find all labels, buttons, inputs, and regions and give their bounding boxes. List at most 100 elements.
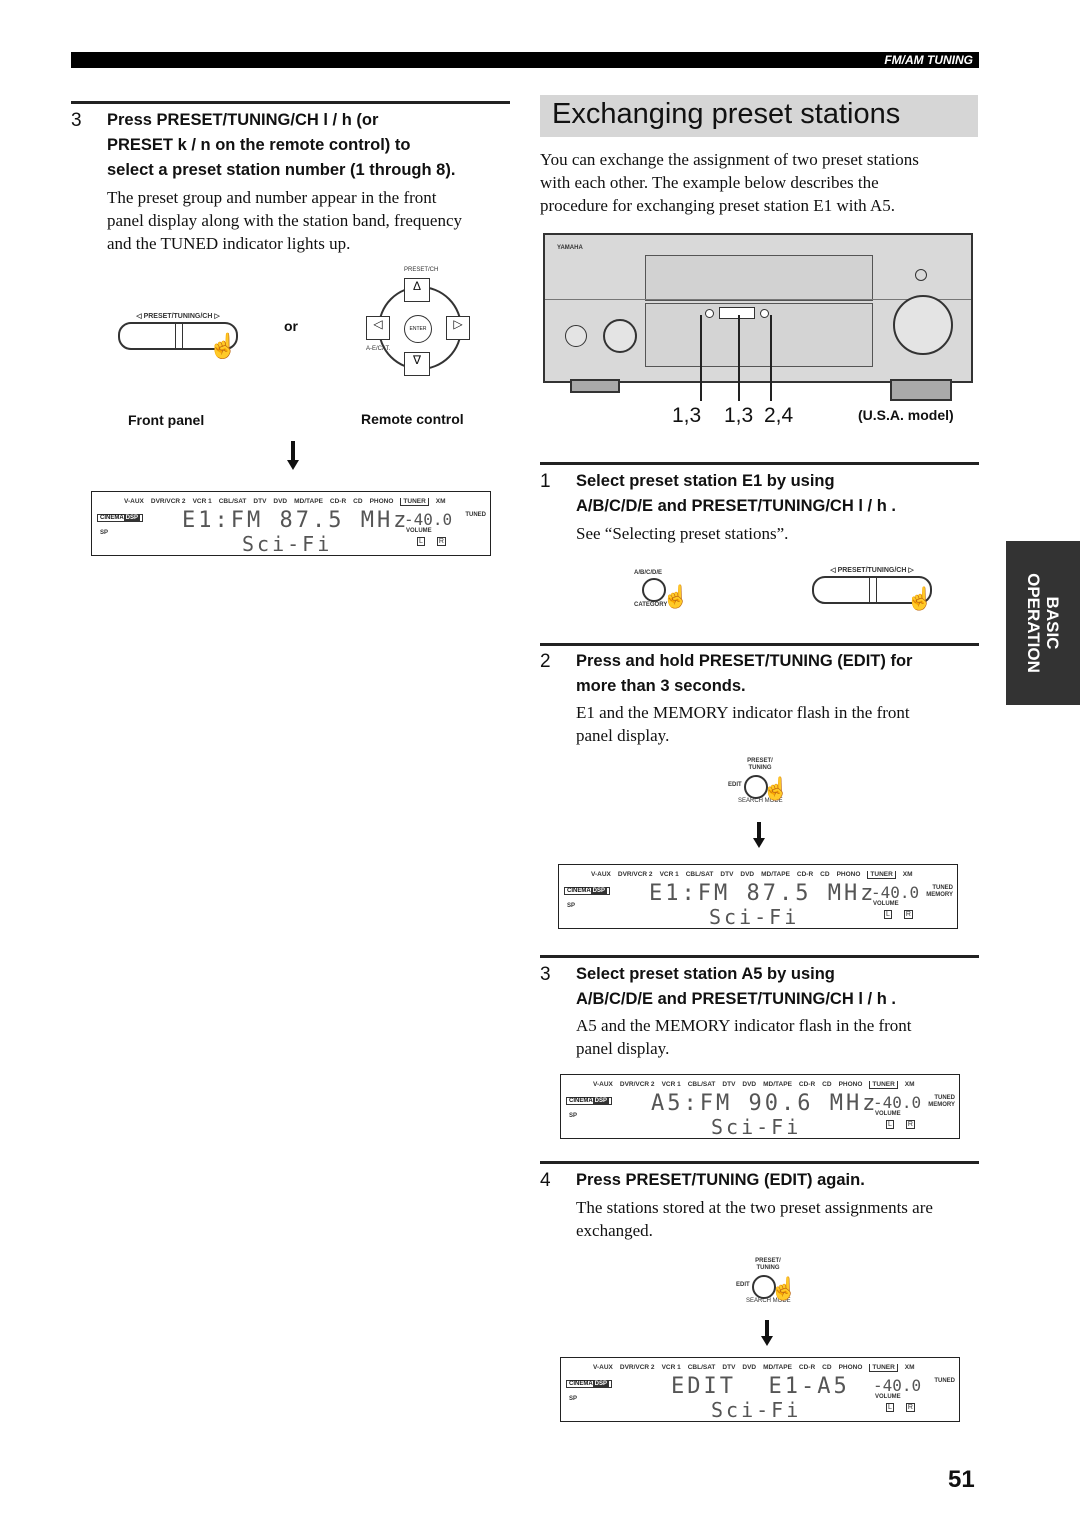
preset-tuning-edit-button[interactable] [760,309,769,318]
tuned-indicator: TUNED [934,1378,955,1384]
side-tab-line: OPERATION [1024,573,1043,673]
channel-indicators: LR [886,1403,915,1412]
remote-up-button[interactable]: Δ [404,278,430,302]
body-line: panel display. [576,726,670,745]
body-line: panel display. [576,1039,670,1058]
step-number: 4 [540,1170,551,1191]
preset-button-label: PRESET/TUNING/CH [143,313,213,320]
status-indicators: TUNED MEMORY [926,885,953,898]
callout-line [738,315,740,401]
step-heading-line: Select preset station E1 by using [576,472,835,490]
remote-category-label: A-E/CAT. [366,346,391,352]
step-heading: Press and hold PRESET/TUNING (EDIT) for … [576,649,980,699]
section-title-box: Exchanging preset stations [540,95,978,137]
channel-indicators: LR [417,537,446,546]
yamaha-logo: YAMAHA [557,245,583,251]
channel-indicators: LR [884,910,913,919]
down-arrow-icon [287,460,299,470]
caption-remote-control: Remote control [361,411,464,427]
side-tab-basic-operation: BASIC OPERATION [1006,541,1080,705]
receiver-foot-right [890,379,952,401]
body-line: procedure for exchanging preset station … [540,196,896,215]
front-panel-display: V-AUX DVR/VCR 2 VCR 1 CBL/SAT DTV DVD MD/TAPE C… [558,864,958,929]
body-line: You can exchange the assignment of two p… [540,150,919,169]
step-body: See “Selecting preset stations”. [576,524,789,543]
front-panel-preset-button[interactable]: ◁ PRESET/TUNING/CH ▷ ☝ [118,312,238,360]
front-panel-display: V-AUX DVR/VCR 2 VCR 1 CBL/SAT DTV DVD MD/TAPE C… [560,1357,960,1422]
hand-press-icon: ☝ [662,584,690,609]
display-line-1: A5:FM 90.6 MHz [651,1091,879,1116]
down-arrow-icon [761,1336,773,1346]
remote-right-button[interactable]: ▷ [446,316,470,340]
side-tab-line: BASIC [1043,596,1062,650]
section-header-bar: FM/AM TUNING [71,52,979,68]
hand-press-icon: ☝ [208,333,238,360]
step-heading: Select preset station E1 by using A/B/C/… [576,469,980,519]
body-line: panel display along with the station ban… [107,211,463,230]
step-heading: Press PRESET/TUNING/CH l / h (or PRESET … [107,108,517,183]
step-divider [540,643,979,646]
edit-label: EDIT [728,782,742,788]
intro-text: You can exchange the assignment of two p… [540,148,980,217]
down-arrow-icon [753,838,765,848]
tuning-label: TUNING [748,765,772,771]
cinema-dsp-logo: CINEMA DSP [566,1380,613,1388]
body-line: A5 and the MEMORY indicator flash in the… [576,1016,912,1035]
step-divider [540,462,979,465]
category-button[interactable] [705,309,714,318]
step-number: 3 [71,110,82,131]
remote-left-button[interactable]: ◁ [366,316,390,340]
remote-down-button[interactable]: ∇ [404,352,430,376]
hand-press-icon: ☝ [906,586,934,611]
preset-tuning-ch-figure[interactable]: ◁ PRESET/TUNING/CH ▷ ☝ [812,566,933,611]
down-arrow-shaft [291,441,295,461]
speaker-indicator: SP [567,903,576,909]
display-line-1: E1:FM 87.5 MHz [649,881,877,906]
remote-enter-button[interactable]: ENTER [404,315,432,343]
pure-direct-button[interactable] [915,269,927,281]
volume-readout: -40.0 [404,510,453,529]
step-heading-line: more than 3 seconds. [576,677,746,695]
step-heading-line: PRESET k / n on the remote control) to [107,136,411,154]
preset-tuning-ch-button[interactable] [719,307,755,319]
channel-indicators: LR [886,1120,915,1129]
preset-tuning-edit-figure[interactable]: PRESET/TUNING EDIT SEARCH MODE ☝ [736,1258,806,1310]
preset-tuning-edit-figure[interactable]: PRESET/TUNING EDIT SEARCH MODE ☝ [728,758,798,810]
step-heading-line: A/B/C/D/E and PRESET/TUNING/CH l / h . [576,497,896,515]
category-button-figure[interactable]: A/B/C/D/E CATEGORY ☝ [634,570,694,620]
volume-label: VOLUME [873,901,899,907]
status-indicators: TUNED MEMORY [928,1095,955,1108]
callout-label: 1,3 [724,404,754,427]
standby-button[interactable] [565,325,587,347]
cinema-dsp-logo: CINEMA DSP [566,1097,613,1105]
display-window [645,255,873,301]
volume-knob[interactable] [893,295,953,355]
input-indicators: V-AUX DVR/VCR 2 VCR 1 CBL/SAT DTV DVD MD/TAPE C… [124,498,446,506]
display-line-1: E1:FM 87.5 MHz [182,508,410,533]
volume-readout: -40.0 [873,1093,922,1112]
hand-press-icon: ☝ [770,1276,798,1301]
preset-label: PRESET/ [755,1258,781,1264]
step-number: 3 [540,964,551,985]
step-heading-line: Press and hold PRESET/TUNING (EDIT) for [576,652,913,670]
display-line-2: Sci-Fi [711,1398,802,1422]
step-heading-line: Select preset station A5 by using [576,965,835,983]
body-line: with each other. The example below descr… [540,173,879,192]
display-line-2: Sci-Fi [242,532,333,556]
display-line-2: Sci-Fi [709,905,800,929]
body-line: The stations stored at the two preset as… [576,1198,933,1217]
receiver-front-illustration: YAMAHA [543,233,973,383]
receiver-foot-left [570,379,620,393]
input-indicators: V-AUX DVR/VCR 2 VCR 1 CBL/SAT DTV DVD MD/TAPE C… [593,1364,915,1372]
step-divider [540,955,979,958]
cinema-dsp-logo: CINEMA DSP [97,514,144,522]
step-body: The preset group and number appear in th… [107,186,517,255]
page-number: 51 [948,1466,975,1493]
edit-label: EDIT [736,1282,750,1288]
input-knob[interactable] [603,319,637,353]
callout-line [700,315,702,401]
speaker-indicator: SP [569,1396,578,1402]
step-divider [71,101,510,104]
step-body: E1 and the MEMORY indicator flash in the… [576,701,980,747]
step-heading-line: select a preset station number (1 throug… [107,161,456,179]
